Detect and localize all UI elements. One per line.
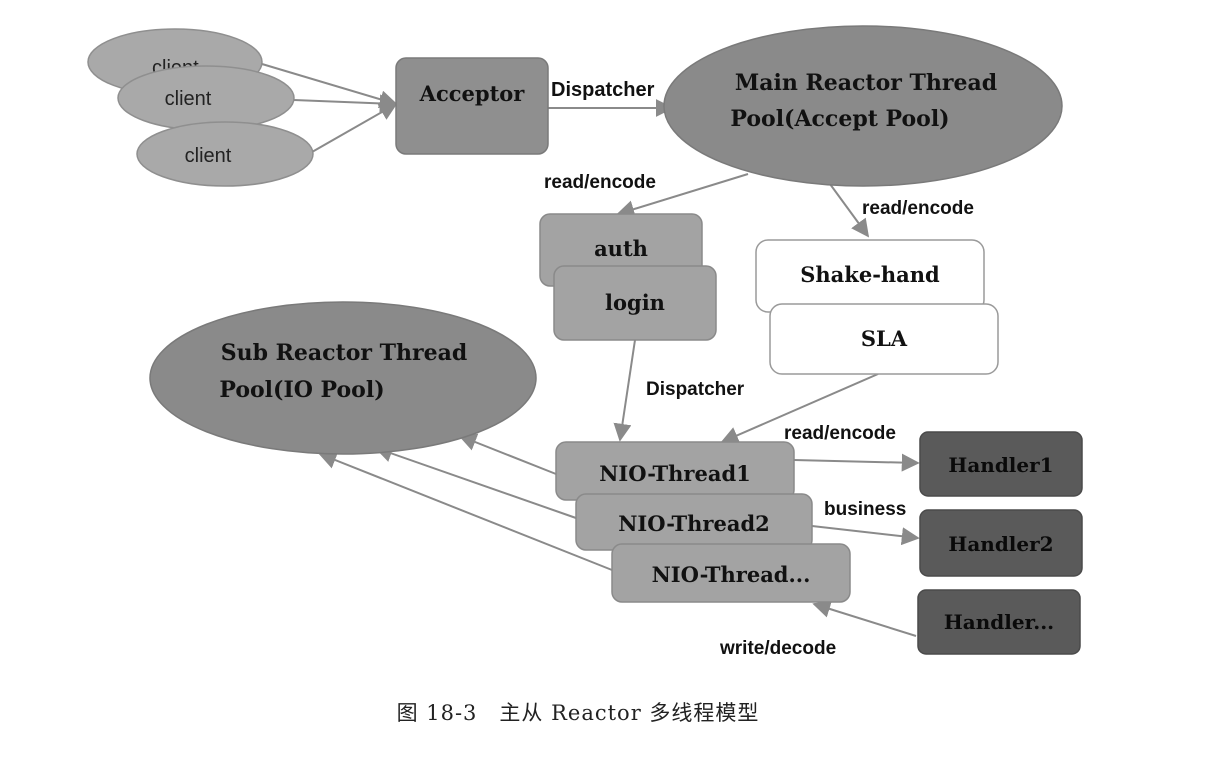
- sla-box: SLA: [769, 303, 999, 375]
- dispatcher-mid-label: Dispatcher: [646, 379, 745, 400]
- diagram-canvas: client client client Acceptor Main React…: [0, 0, 1208, 760]
- main-reactor-ellipse: Main Reactor Thread Pool(Accept Pool): [663, 25, 1063, 187]
- edge-nio2-sub: [374, 444, 577, 519]
- login-box: login: [553, 265, 717, 341]
- nio-thread-2: NIO-Thread2: [575, 493, 813, 551]
- read-encode-nio-label: read/encode: [784, 423, 896, 444]
- read-encode-left-label: read/encode: [544, 172, 656, 193]
- nio-thread-1: NIO-Thread1: [555, 441, 795, 501]
- login-label: login: [605, 290, 665, 315]
- main-reactor-line2: Pool(Accept Pool): [730, 106, 949, 132]
- business-label: business: [824, 499, 906, 520]
- reactor-diagram: client client client Acceptor Main React…: [87, 25, 1083, 725]
- client-2: client: [117, 65, 295, 131]
- nio-thread-3-label: NIO-Thread...: [652, 562, 811, 587]
- edge-client2-acceptor: [293, 94, 398, 113]
- shake-hand-label: Shake-hand: [800, 262, 940, 287]
- sub-reactor-line2: Pool(IO Pool): [219, 377, 384, 403]
- handler-2: Handler2: [919, 509, 1083, 577]
- handler-1: Handler1: [919, 431, 1083, 497]
- edge-nio1-sub: [458, 433, 557, 475]
- client-3: client: [136, 121, 314, 187]
- edge-client3-acceptor: [311, 103, 398, 153]
- figure-caption: 图 18-3 主从 Reactor 多线程模型: [397, 701, 760, 725]
- auth-label: auth: [594, 236, 648, 261]
- handler-1-label: Handler1: [948, 453, 1053, 477]
- sla-label: SLA: [861, 326, 908, 351]
- read-encode-right-label: read/encode: [862, 198, 974, 219]
- edge-nio1-handler1: [793, 453, 920, 472]
- client-2-label: client: [165, 88, 212, 110]
- handler-2-label: Handler2: [948, 532, 1053, 556]
- write-decode-label: write/decode: [719, 638, 836, 659]
- main-reactor-line1: Main Reactor Thread: [735, 70, 997, 96]
- edge-nio2-handler2: [811, 525, 920, 546]
- handler-3-label: Handler...: [944, 610, 1054, 634]
- nio-thread-2-label: NIO-Thread2: [618, 511, 770, 536]
- sub-reactor-line1: Sub Reactor Thread: [221, 340, 468, 366]
- edge-handler3-nio3: [812, 600, 917, 637]
- client-3-label: client: [185, 145, 232, 167]
- acceptor-label: Acceptor: [419, 81, 526, 106]
- shake-hand-box: Shake-hand: [755, 239, 985, 313]
- edge-login-nio1: [613, 339, 636, 442]
- dispatcher-top-label: Dispatcher: [551, 79, 655, 101]
- nio-thread-3: NIO-Thread...: [611, 543, 851, 603]
- acceptor-box: Acceptor: [395, 57, 549, 155]
- handler-3: Handler...: [917, 589, 1081, 655]
- sub-reactor-ellipse: Sub Reactor Thread Pool(IO Pool): [149, 301, 537, 455]
- nio-thread-1-label: NIO-Thread1: [599, 461, 751, 486]
